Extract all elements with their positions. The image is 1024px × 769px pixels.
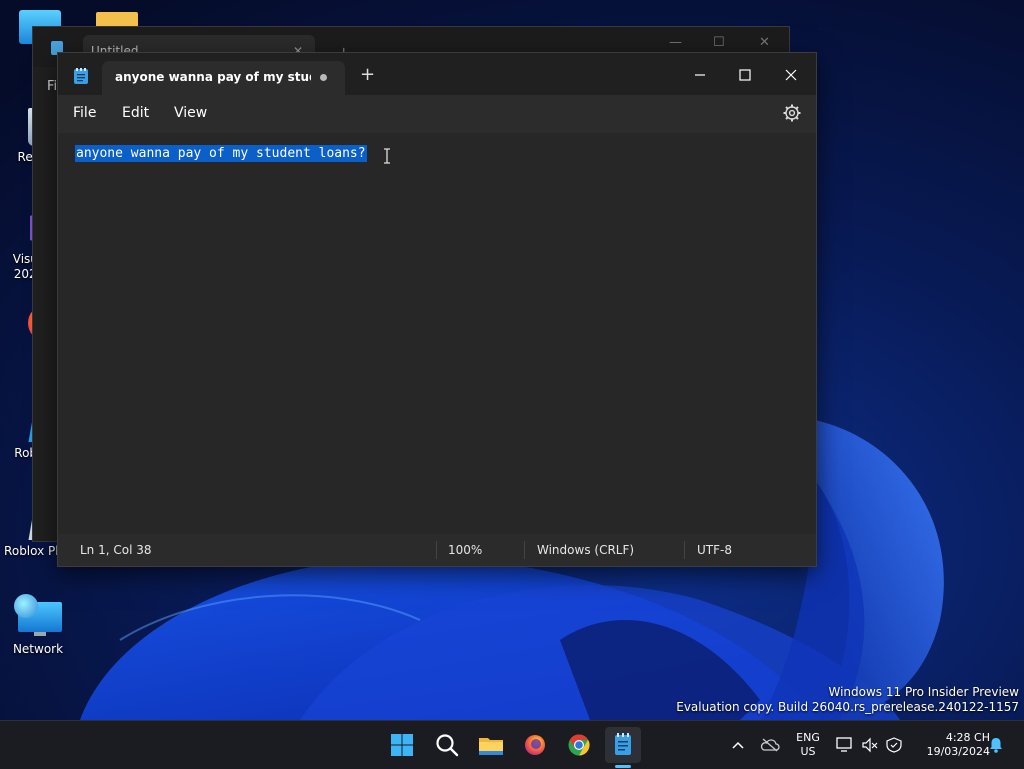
- status-bar: Ln 1, Col 38 100% Windows (CRLF) UTF-8: [58, 534, 816, 566]
- maximize-button[interactable]: [722, 60, 768, 90]
- menu-edit[interactable]: Edit: [122, 105, 149, 121]
- encoding: UTF-8: [697, 543, 732, 557]
- close-icon: [785, 69, 797, 81]
- watermark-line-1: Windows 11 Pro Insider Preview: [828, 685, 1019, 699]
- close-button[interactable]: [768, 60, 814, 90]
- close-button[interactable]: ✕: [759, 35, 770, 50]
- status-divider: [436, 541, 437, 559]
- notepad-taskbar-button[interactable]: [605, 727, 641, 763]
- chrome-icon: [568, 734, 590, 756]
- title-bar[interactable]: anyone wanna pay of my student l +: [58, 53, 816, 95]
- text-cursor-icon: [384, 148, 390, 164]
- menu-view[interactable]: View: [174, 105, 207, 121]
- gear-icon[interactable]: [782, 103, 802, 123]
- status-divider: [524, 541, 525, 559]
- firefox-icon: [525, 735, 545, 755]
- search-icon: [436, 734, 459, 757]
- unsaved-indicator-icon[interactable]: [320, 74, 327, 81]
- input-language[interactable]: ENG US: [792, 731, 824, 759]
- monitor-icon[interactable]: [836, 737, 854, 753]
- maximize-icon: [739, 69, 751, 81]
- minimize-icon[interactable]: —: [669, 35, 682, 50]
- chevron-up-icon[interactable]: [731, 740, 745, 750]
- keyboard-region: US: [800, 745, 816, 758]
- clock[interactable]: 4:28 CH 19/03/2024: [912, 731, 990, 759]
- notepad-window[interactable]: anyone wanna pay of my student l + File …: [57, 52, 817, 567]
- selected-text[interactable]: anyone wanna pay of my student loans?: [75, 145, 367, 162]
- evaluation-watermark: Windows 11 Pro Insider Preview Evaluatio…: [676, 685, 1019, 715]
- notepad-icon: [615, 733, 631, 755]
- windows-logo-icon: [391, 734, 413, 756]
- watermark-line-2: Evaluation copy. Build 26040.rs_prerelea…: [676, 700, 1019, 714]
- maximize-icon[interactable]: ☐: [713, 35, 725, 50]
- onedrive-offline-icon[interactable]: [760, 738, 780, 752]
- active-tab[interactable]: anyone wanna pay of my student l: [102, 61, 345, 95]
- status-divider: [684, 541, 685, 559]
- menu-file[interactable]: File: [73, 105, 96, 121]
- firefox-button[interactable]: [517, 727, 553, 763]
- battery-icon[interactable]: [885, 737, 903, 753]
- file-explorer-button[interactable]: [473, 727, 509, 763]
- cursor-position: Ln 1, Col 38: [80, 543, 152, 557]
- minimize-icon: [695, 74, 705, 76]
- volume-muted-icon[interactable]: [861, 737, 879, 753]
- minimize-button[interactable]: [677, 60, 723, 90]
- new-tab-button[interactable]: +: [360, 66, 375, 84]
- network-icon: [14, 594, 62, 638]
- file-explorer-icon: [479, 738, 503, 755]
- clock-date: 19/03/2024: [926, 745, 990, 758]
- start-button[interactable]: [384, 727, 420, 763]
- desktop-icon-network[interactable]: Network: [0, 594, 76, 657]
- language-code: ENG: [796, 731, 820, 744]
- menu-bar: File Edit View: [58, 95, 816, 133]
- line-ending: Windows (CRLF): [537, 543, 635, 557]
- chrome-button[interactable]: [561, 727, 597, 763]
- zoom-level: 100%: [448, 543, 483, 557]
- clock-time: 4:28 CH: [945, 731, 990, 744]
- notepad-icon: [74, 68, 88, 84]
- search-button[interactable]: [429, 727, 465, 763]
- notification-bell-icon[interactable]: [988, 736, 1004, 754]
- tab-title: anyone wanna pay of my student l: [115, 70, 311, 84]
- desktop-icon-label: Network: [12, 642, 64, 656]
- taskbar: ENG US 4:28 CH 19/03/2024: [0, 720, 1024, 769]
- text-editor[interactable]: anyone wanna pay of my student loans?: [58, 133, 816, 534]
